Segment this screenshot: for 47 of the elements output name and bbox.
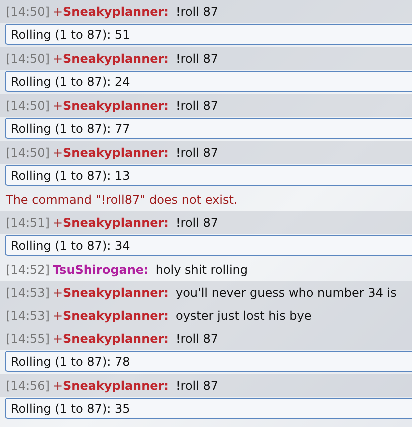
timestamp: [14:56] [6,378,50,392]
username[interactable]: Sneakyplanner: [63,98,169,112]
username[interactable]: Sneakyplanner: [63,308,169,322]
roll-result: Rolling (1 to 87): 24 [5,71,412,92]
timestamp: [14:53] [6,308,50,322]
roll-result: Rolling (1 to 87): 35 [5,398,412,419]
timestamp: [14:50] [6,52,50,66]
message-text: !roll 87 [176,146,219,160]
rank-symbol: + [52,332,64,346]
roll-result: Rolling (1 to 87): 78 [5,351,412,372]
rank-symbol: + [52,98,64,112]
rank-symbol: + [52,216,64,230]
roll-result: Rolling (1 to 87): 51 [5,24,412,45]
message-text: !roll 87 [176,52,219,66]
rank-symbol: + [52,4,64,18]
message-text: !roll 87 [176,4,219,18]
rank-symbol: + [52,146,64,160]
timestamp: [14:53] [6,286,50,300]
username[interactable]: Sneakyplanner: [63,146,169,160]
username[interactable]: Sneakyplanner: [63,216,169,230]
rank-symbol: + [52,52,64,66]
timestamp: [14:51] [6,216,50,230]
username[interactable]: TsuShirogane: [52,262,149,276]
timestamp: [14:55] [6,332,50,346]
message-text: !roll 87 [176,332,219,346]
message-text: oyster just lost his bye [176,308,312,322]
message-text: !roll 87 [176,98,219,112]
message-text: !roll 87 [176,216,219,230]
timestamp: [14:52] [6,262,50,276]
rank-symbol: + [52,286,64,300]
message-text: holy shit rolling [156,262,248,276]
timestamp: [14:50] [6,4,50,18]
username[interactable]: Sneakyplanner: [63,4,169,18]
message-text: !roll 87 [176,378,219,392]
timestamp: [14:50] [6,98,50,112]
rank-symbol: + [52,378,64,392]
roll-result: Rolling (1 to 87): 13 [5,165,412,186]
timestamp: [14:50] [6,146,50,160]
roll-result: Rolling (1 to 87): 34 [5,235,412,256]
rank-symbol: + [52,308,64,322]
roll-result: Rolling (1 to 87): 77 [5,118,412,139]
username[interactable]: Sneakyplanner: [63,378,169,392]
message-text: you'll never guess who number 34 is [176,286,397,300]
error-message: The command "!roll87" does not exist. [5,192,239,208]
username[interactable]: Sneakyplanner: [63,332,169,346]
username[interactable]: Sneakyplanner: [63,52,169,66]
username[interactable]: Sneakyplanner: [63,286,169,300]
